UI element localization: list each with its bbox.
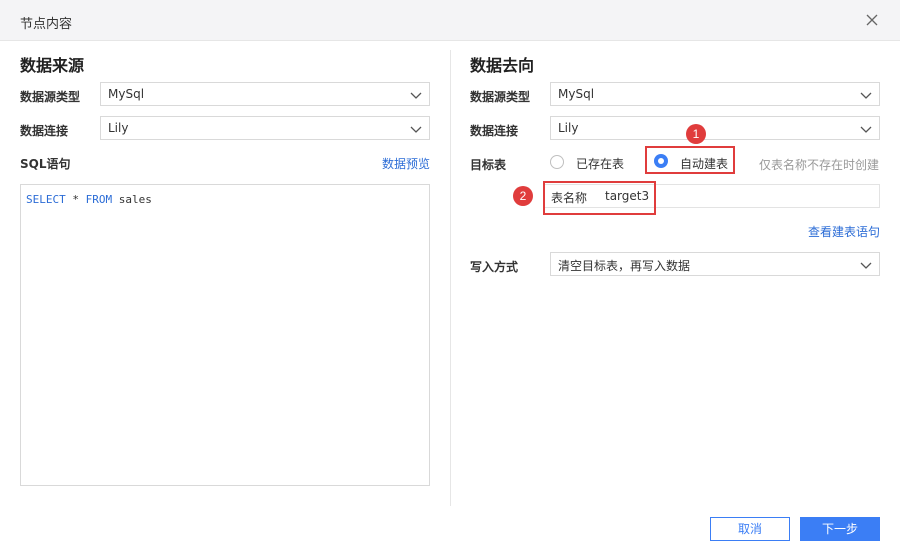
target-type-label: 数据源类型 — [470, 90, 531, 104]
sql-editor[interactable]: SELECT * FROM sales — [20, 184, 430, 486]
radio-existing-table-label[interactable]: 已存在表 — [576, 155, 624, 172]
chevron-down-icon — [410, 92, 422, 99]
source-type-label: 数据源类型 — [20, 90, 81, 104]
annotation-badge-1: 1 — [686, 124, 706, 144]
sql-keyword-from: FROM — [85, 193, 113, 206]
data-preview-link[interactable]: 数据预览 — [382, 155, 430, 172]
target-type-value: MySql — [558, 87, 595, 101]
write-mode-label: 写入方式 — [470, 260, 519, 274]
write-mode-value: 清空目标表，再写入数据 — [558, 259, 691, 273]
source-type-value: MySql — [108, 87, 145, 101]
annotation-box-2 — [543, 181, 656, 215]
radio-auto-create-label[interactable]: 自动建表 — [680, 155, 728, 172]
sql-table: sales — [112, 193, 152, 206]
chevron-down-icon — [860, 262, 872, 269]
dialog-title: 节点内容 — [20, 17, 73, 32]
sql-star: * — [65, 193, 86, 206]
source-section-title: 数据来源 — [20, 56, 85, 75]
target-section-title: 数据去向 — [470, 56, 535, 75]
view-create-sql-link[interactable]: 查看建表语句 — [808, 223, 880, 240]
target-type-select[interactable]: MySql — [550, 82, 880, 106]
sql-code: SELECT * FROM sales — [26, 193, 152, 206]
next-step-button[interactable]: 下一步 — [800, 517, 880, 541]
dialog-titlebar: 节点内容 — [0, 0, 900, 41]
source-conn-value: Lily — [108, 121, 129, 135]
chevron-down-icon — [860, 126, 872, 133]
target-table-label: 目标表 — [470, 158, 507, 172]
source-conn-label: 数据连接 — [20, 124, 69, 138]
source-type-select[interactable]: MySql — [100, 82, 430, 106]
panel-divider — [450, 50, 451, 506]
radio-auto-create[interactable] — [654, 154, 668, 168]
source-conn-select[interactable]: Lily — [100, 116, 430, 140]
target-conn-value: Lily — [558, 121, 579, 135]
write-mode-select[interactable]: 清空目标表，再写入数据 — [550, 252, 880, 276]
auto-create-hint: 仅表名称不存在时创建 — [759, 158, 880, 172]
chevron-down-icon — [860, 92, 872, 99]
sql-label: SQL语句 — [20, 157, 71, 171]
cancel-button[interactable]: 取消 — [710, 517, 790, 541]
annotation-badge-2: 2 — [513, 186, 533, 206]
target-conn-label: 数据连接 — [470, 124, 519, 138]
radio-existing-table[interactable] — [550, 155, 564, 169]
sql-keyword-select: SELECT — [26, 193, 66, 206]
close-icon[interactable] — [864, 12, 880, 28]
target-conn-select[interactable]: Lily — [550, 116, 880, 140]
chevron-down-icon — [410, 126, 422, 133]
